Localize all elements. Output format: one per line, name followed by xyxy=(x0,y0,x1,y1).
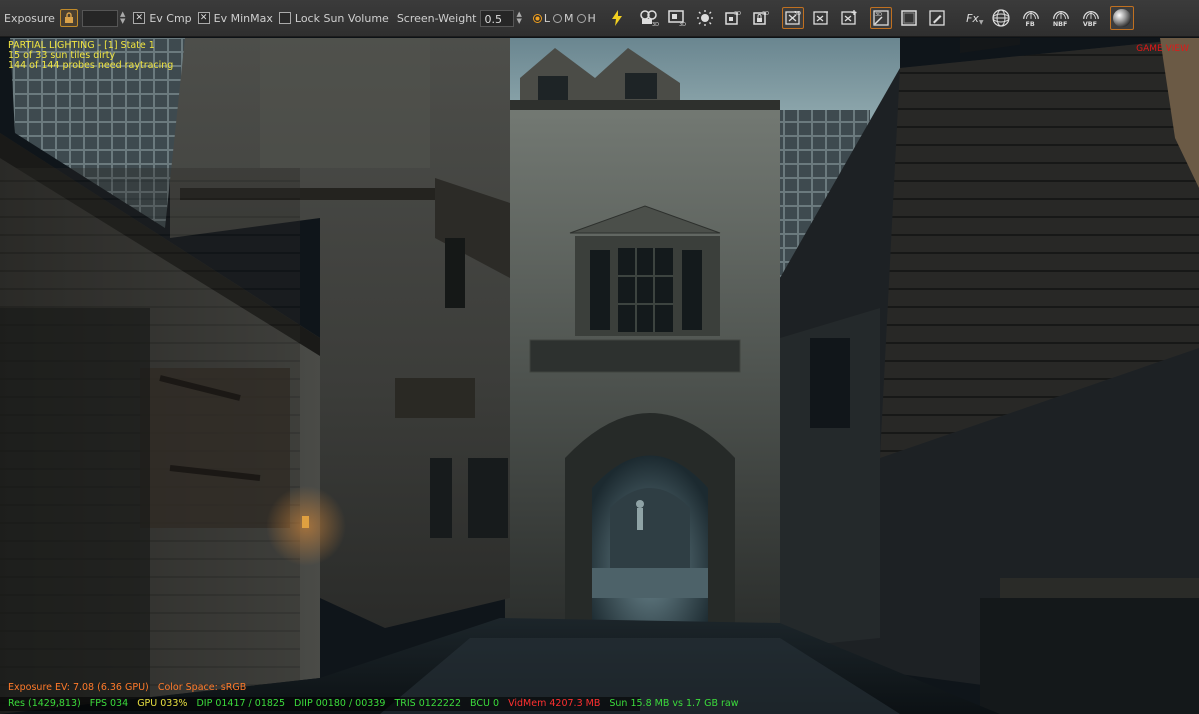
color-space-text: Color Space: sRGB xyxy=(157,682,247,693)
stat-vidmem: VidMem 4207.3 MB xyxy=(508,698,601,709)
quality-low-label: L xyxy=(543,11,551,25)
3d-view-button[interactable]: 3D xyxy=(869,7,892,29)
exposure-input[interactable] xyxy=(81,9,118,27)
checkbox-empty-icon xyxy=(278,12,291,24)
checkbox-checked-icon: ✕ xyxy=(197,12,210,24)
screen-weight-input[interactable]: 0.5 xyxy=(480,9,515,27)
stat-diip: DIIP 00180 / 00339 xyxy=(294,698,386,709)
stat-res: Res (1429,813) xyxy=(8,698,81,709)
editor-toolbar: Exposure ▲ ▼ ✕ Ev Cmp ✕ Ev MinMax Lock Su… xyxy=(0,0,1199,37)
wireframe-sphere-button[interactable] xyxy=(990,7,1012,29)
nbf-sphere-icon: NBF xyxy=(1053,11,1069,28)
svg-text:3D: 3D xyxy=(679,22,686,27)
stat-sun: Sun 15.8 MB vs 1.7 GB raw xyxy=(609,698,739,709)
screen-3d-icon: 3D xyxy=(668,10,686,27)
transform-minus-icon xyxy=(813,11,828,25)
ev-minmax-label: Ev MinMax xyxy=(213,11,273,25)
exposure-label: Exposure xyxy=(4,11,55,25)
ev-minmax-checkbox[interactable]: ✕ Ev MinMax xyxy=(197,11,273,25)
3d-screen-button[interactable]: 3D xyxy=(666,7,688,29)
pencil-icon xyxy=(929,10,945,26)
ev-cmp-label: Ev Cmp xyxy=(149,11,192,25)
svg-text:3D: 3D xyxy=(794,11,801,17)
exposure-status: Exposure EV: 7.08 (6.36 GPU) Color Space… xyxy=(8,683,246,693)
stat-fps: FPS 034 xyxy=(89,698,129,709)
quality-medium-label: M xyxy=(564,11,574,25)
exposure-spinner[interactable]: ▲ ▼ xyxy=(120,11,125,25)
exposure-lock-button[interactable] xyxy=(59,9,78,27)
nbf-label: NBF xyxy=(1053,21,1068,28)
exposure-ev-text: Exposure EV: 7.08 (6.36 GPU) xyxy=(8,682,149,693)
render-stats-bar: Res (1429,813) FPS 034 GPU 033% DIP 0141… xyxy=(0,697,739,711)
frame-icon xyxy=(901,10,917,26)
fb-sphere-icon: FB xyxy=(1022,11,1039,28)
checkbox-checked-icon: ✕ xyxy=(133,12,146,24)
lock-sun-volume-checkbox[interactable]: Lock Sun Volume xyxy=(278,11,389,25)
svg-text:3D: 3D xyxy=(875,12,882,18)
ev-cmp-checkbox[interactable]: ✕ Ev Cmp xyxy=(133,11,192,25)
lightning-button[interactable] xyxy=(606,7,628,29)
fb-button[interactable]: FB xyxy=(1020,7,1042,29)
stat-dip: DIP 01417 / 01825 xyxy=(196,698,286,709)
vbf-button[interactable]: VBF xyxy=(1080,7,1102,29)
quality-low-radio[interactable] xyxy=(532,13,542,23)
screen-weight-label: Screen-Weight xyxy=(396,11,477,25)
quality-medium-radio[interactable] xyxy=(553,13,563,23)
stat-bcu: BCU 0 xyxy=(470,698,500,709)
3d-box-button[interactable]: 3D xyxy=(722,7,744,29)
transform-plus-button[interactable] xyxy=(838,7,860,29)
shaded-sphere-icon xyxy=(1112,9,1131,27)
vbf-sphere-icon: VBF xyxy=(1083,11,1099,28)
fb-label: FB xyxy=(1025,21,1034,28)
chevron-down-icon: ▼ xyxy=(978,18,984,26)
transform-3d-icon: 3D xyxy=(785,11,801,25)
transform-minus-button[interactable] xyxy=(810,7,832,29)
transform-plus-icon xyxy=(841,10,857,25)
rendered-scene xyxy=(0,38,1199,714)
fx-menu-button[interactable]: Fx ▼ xyxy=(962,7,988,29)
lighting-status-hud: PARTIAL LIGHTING - [1] State 1 15 of 33 … xyxy=(8,41,173,71)
material-sphere-button[interactable] xyxy=(1109,6,1134,30)
lock-sun-volume-label: Lock Sun Volume xyxy=(294,11,389,25)
3d-transform-button[interactable]: 3D xyxy=(781,7,804,29)
screen-weight-spinner[interactable]: ▲ ▼ xyxy=(516,11,521,25)
lock-icon xyxy=(64,12,73,23)
box-3d-icon: 3D xyxy=(725,11,741,25)
game-view-label: GAME VIEW xyxy=(1136,44,1189,54)
hud-probes: 144 of 144 probes need raytracing xyxy=(8,60,174,71)
stat-gpu: GPU 033% xyxy=(137,698,188,709)
wireframe-sphere-icon xyxy=(992,9,1010,27)
view-3d-icon: 3D xyxy=(873,10,889,26)
3d-lock-button[interactable]: 3D xyxy=(750,7,772,29)
fx-label: Fx xyxy=(966,11,979,25)
edit-button[interactable] xyxy=(926,7,948,29)
lightning-icon xyxy=(611,10,622,26)
quality-high-label: H xyxy=(587,11,596,25)
frame-button[interactable] xyxy=(898,7,920,29)
quality-high-radio[interactable] xyxy=(576,13,586,23)
3d-camera-button[interactable]: 3D xyxy=(638,7,660,29)
camera-3d-icon: 3D xyxy=(640,10,659,27)
svg-text:3D: 3D xyxy=(652,22,659,27)
stat-tris: TRIS 0122222 xyxy=(394,698,462,709)
vbf-label: VBF xyxy=(1083,21,1097,28)
game-viewport[interactable]: PARTIAL LIGHTING - [1] State 1 15 of 33 … xyxy=(0,38,1199,714)
svg-text:3D: 3D xyxy=(762,11,769,17)
lock-3d-icon: 3D xyxy=(753,11,769,25)
svg-text:3D: 3D xyxy=(734,11,741,17)
sun-button[interactable] xyxy=(694,7,716,29)
sun-icon xyxy=(696,10,713,26)
nbf-button[interactable]: NBF xyxy=(1050,7,1072,29)
